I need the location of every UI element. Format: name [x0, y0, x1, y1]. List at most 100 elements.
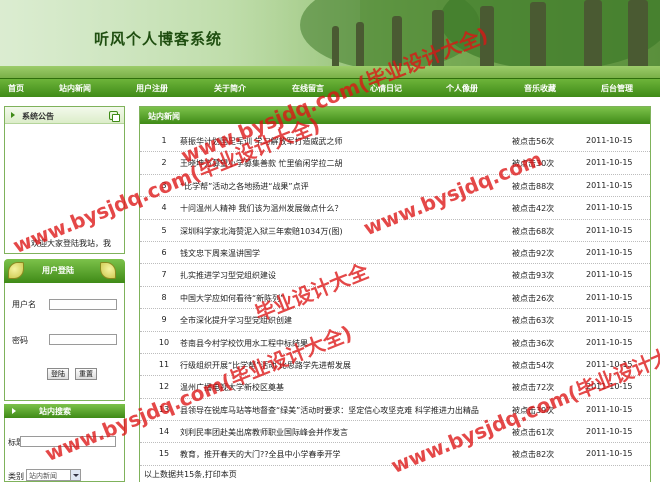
- nav-home[interactable]: 首页: [8, 83, 24, 94]
- news-row-number: 8: [161, 292, 167, 302]
- category-value: 站内新闻: [29, 472, 57, 480]
- password-input[interactable]: [49, 334, 117, 345]
- reset-button[interactable]: 重置: [75, 368, 97, 380]
- chevron-down-icon[interactable]: [70, 470, 80, 480]
- news-row: 1 蔡振华计划国足军训 学习解放军打造威武之师 被点击56次 2011-10-15: [140, 130, 650, 153]
- notice-title: 系统公告: [22, 112, 54, 121]
- nav-guestbook[interactable]: 在线留言: [292, 83, 324, 94]
- news-row-date: 2011-10-15: [586, 449, 633, 459]
- keyword-input[interactable]: [20, 436, 116, 447]
- news-row-title[interactable]: 蔡振华计划国足军训 学习解放军打造威武之师: [180, 136, 343, 147]
- news-row: 6 钱文忠下周来温讲国学 被点击92次 2011-10-15: [140, 242, 650, 265]
- news-row-title[interactable]: 十问温州人精神 我们该为温州发展做点什么？: [180, 203, 343, 214]
- news-row-number: 7: [161, 270, 167, 280]
- news-list: 1 蔡振华计划国足军训 学习解放军打造威武之师 被点击56次 2011-10-15 2 王…: [140, 130, 650, 466]
- news-row-date: 2011-10-15: [586, 247, 633, 257]
- news-row-hits: 被点击56次: [512, 137, 555, 146]
- news-row-number: 14: [158, 427, 170, 437]
- notice-panel: 系统公告 欢迎大家登陆我站，我: [4, 106, 125, 254]
- username-label: 用户名: [12, 300, 36, 309]
- news-row-date: 2011-10-15: [586, 180, 633, 190]
- news-row-title[interactable]: 扎实推进学习型党组织建设: [180, 270, 276, 281]
- news-row-number: 4: [161, 203, 167, 213]
- news-row-date: 2011-10-15: [586, 225, 633, 235]
- news-row-number: 15: [158, 449, 170, 459]
- news-row: 12 温州广播电视大学新校区奠基 被点击72次 2011-10-15: [140, 376, 650, 399]
- leaf-right-icon: [100, 262, 116, 279]
- news-footer[interactable]: 以上数据共15条,打印本页: [144, 469, 237, 480]
- news-row-date: 2011-10-15: [586, 203, 633, 213]
- news-row-date: 2011-10-15: [586, 359, 633, 369]
- news-row: 8 中国大学应如何看待“新陈列” 被点击26次 2011-10-15: [140, 287, 650, 310]
- news-row-title[interactable]: 深圳科学家北海赞泥入狱三年索赔1034万(图): [180, 226, 343, 237]
- login-title: 用户登陆: [42, 266, 74, 275]
- news-row-hits: 被点击36次: [512, 338, 555, 348]
- nav-register[interactable]: 用户注册: [136, 83, 168, 94]
- main-nav: 首页 站内新闻 用户注册 关于简介 在线留言 心情日记 个人像册 音乐收藏 后台…: [0, 78, 660, 97]
- news-row-number: 13: [158, 404, 170, 414]
- nav-news[interactable]: 站内新闻: [59, 83, 91, 94]
- nav-diary[interactable]: 心情日记: [370, 83, 402, 94]
- site-title: 听风个人博客系统: [94, 30, 223, 48]
- news-row-date: 2011-10-15: [586, 337, 633, 347]
- news-row-title[interactable]: 温州广播电视大学新校区奠基: [180, 382, 284, 393]
- news-row-number: 3: [161, 180, 167, 190]
- news-row-title[interactable]: 中国大学应如何看待“新陈列”: [180, 293, 284, 304]
- news-row-hits: 被点击88次: [512, 181, 555, 191]
- news-row-date: 2011-10-15: [586, 136, 633, 145]
- nav-about[interactable]: 关于简介: [214, 83, 246, 94]
- nav-admin[interactable]: 后台管理: [601, 83, 633, 94]
- news-row-date: 2011-10-15: [586, 158, 633, 168]
- news-row-hits: 被点击42次: [512, 204, 555, 214]
- news-row-number: 1: [161, 136, 167, 145]
- arrow-right-icon: [12, 408, 16, 414]
- news-row-title[interactable]: 王晓坤方募望小学募集善款 忙里偷闲学拉二胡: [180, 158, 343, 169]
- login-header: 用户登陆: [4, 259, 125, 283]
- news-row: 10 苍南县今村学校饮用水工程中标结果 被点击36次 2011-10-15: [140, 332, 650, 354]
- news-row-title[interactable]: 刘利民率团赴美出席教师职业国际峰会并作发言: [180, 427, 348, 438]
- search-title: 站内搜索: [39, 407, 71, 416]
- news-row-title[interactable]: 全市深化提升学习型党组织创建: [180, 315, 292, 326]
- news-row-date: 2011-10-15: [586, 270, 633, 280]
- news-row: 5 深圳科学家北海赞泥入狱三年索赔1034万(图) 被点击68次 2011-10-15: [140, 220, 650, 242]
- news-row-title[interactable]: “比学帮”活动之各地扬进“战果”点评: [180, 181, 309, 192]
- copy-icon[interactable]: [109, 111, 120, 122]
- news-row-date: 2011-10-15: [586, 292, 633, 302]
- news-row-hits: 被点击54次: [512, 360, 555, 370]
- news-row-date: 2011-10-15: [586, 404, 633, 414]
- password-label: 密码: [12, 336, 28, 345]
- login-panel: 用户名 密码 登陆 重置: [4, 283, 125, 401]
- search-header: 站内搜索: [4, 404, 125, 418]
- news-row-date: 2011-10-15: [586, 315, 633, 325]
- news-row-hits: 被点击61次: [512, 428, 555, 438]
- news-row: 3 “比学帮”活动之各地扬进“战果”点评 被点击88次 2011-10-15: [140, 175, 650, 198]
- news-row-title[interactable]: 行级组织开展“比学帮”活动 比思路学先进帮发展: [180, 360, 351, 371]
- news-row: 7 扎实推进学习型党组织建设 被点击93次 2011-10-15: [140, 264, 650, 287]
- news-row-title[interactable]: 苍南县今村学校饮用水工程中标结果: [180, 338, 308, 349]
- category-label: 类别: [8, 472, 24, 481]
- nav-album[interactable]: 个人像册: [446, 83, 478, 94]
- news-row-title[interactable]: 教育，推开春天的大门??全县中小学春季开学: [180, 449, 341, 460]
- notice-text: 欢迎大家登陆我站，我: [31, 239, 111, 248]
- news-row-hits: 被点击68次: [512, 226, 555, 236]
- news-row: 13 县领导在锐库马站等地督查“绿美”活动时要求：坚定信心攻坚克难 科学推进力出精…: [140, 399, 650, 422]
- news-row: 15 教育，推开春天的大门??全县中小学春季开学 被点击82次 2011-10-15: [140, 443, 650, 466]
- category-select[interactable]: 站内新闻: [26, 469, 81, 481]
- news-title: 站内新闻: [148, 112, 180, 121]
- news-row-title[interactable]: 钱文忠下周来温讲国学: [180, 248, 260, 259]
- username-input[interactable]: [49, 299, 117, 310]
- news-row-title[interactable]: 县领导在锐库马站等地督查“绿美”活动时要求：坚定信心攻坚克难 科学推进力出精品: [180, 405, 479, 416]
- news-row-hits: 被点击39次: [512, 405, 555, 415]
- news-row-number: 6: [161, 247, 167, 257]
- news-row-number: 11: [158, 359, 170, 369]
- news-row-number: 5: [161, 225, 167, 235]
- nav-music[interactable]: 音乐收藏: [524, 83, 556, 94]
- news-row: 11 行级组织开展“比学帮”活动 比思路学先进帮发展 被点击54次 2011-10-1…: [140, 354, 650, 377]
- news-row-hits: 被点击93次: [512, 271, 555, 281]
- news-row-number: 10: [158, 337, 170, 347]
- news-row-hits: 被点击82次: [512, 450, 555, 460]
- news-row-number: 2: [161, 158, 167, 168]
- login-button[interactable]: 登陆: [47, 368, 69, 380]
- news-panel: 站内新闻 1 蔡振华计划国足军训 学习解放军打造威武之师 被点击56次 2011-10…: [139, 106, 651, 482]
- news-row: 9 全市深化提升学习型党组织创建 被点击63次 2011-10-15: [140, 309, 650, 332]
